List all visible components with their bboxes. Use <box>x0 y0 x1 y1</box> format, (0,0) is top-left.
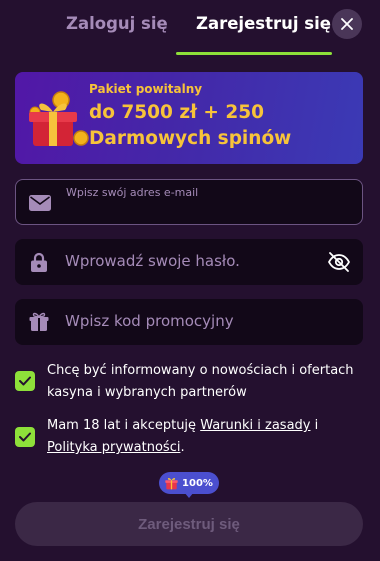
gift-icon <box>27 311 51 333</box>
gift-coins-icon <box>29 91 89 146</box>
progress-label: 100% <box>182 477 213 489</box>
password-field[interactable]: Wprowadź swoje hasło. <box>15 239 363 285</box>
active-tab-indicator <box>176 52 332 55</box>
terms-consent-checkbox[interactable] <box>15 427 35 447</box>
marketing-consent-checkbox[interactable] <box>15 371 35 391</box>
marketing-consent-label: Chcę być informowany o nowościach i ofer… <box>47 363 354 400</box>
terms-middle: i <box>310 418 319 433</box>
lock-icon <box>27 251 51 273</box>
password-placeholder: Wprowadź swoje hasło. <box>65 252 240 270</box>
checkmark-icon <box>19 432 31 442</box>
privacy-link[interactable]: Polityka prywatności <box>47 440 180 455</box>
terms-link[interactable]: Warunki i zasady <box>200 418 310 433</box>
tab-login[interactable]: Zaloguj się <box>66 12 168 36</box>
tab-register[interactable]: Zarejestruj się <box>196 12 331 36</box>
promo-code-placeholder: Wpisz kod promocyjny <box>65 312 234 330</box>
welcome-bonus-banner: Pakiet powitalny do 7500 zł + 250 Darmow… <box>15 72 363 164</box>
banner-eyebrow: Pakiet powitalny <box>89 82 203 96</box>
auth-tabs: Zaloguj się Zarejestruj się <box>0 0 380 56</box>
close-icon <box>341 18 353 30</box>
banner-headline: do 7500 zł + 250 Darmowych spinów <box>89 102 292 149</box>
email-field[interactable]: Wpisz swój adres e-mail <box>15 179 363 225</box>
envelope-icon <box>28 192 52 214</box>
terms-suffix: . <box>180 440 185 455</box>
close-button[interactable] <box>332 9 362 39</box>
register-submit-button[interactable]: Zarejestruj się <box>15 502 363 546</box>
terms-prefix: Mam 18 lat i akceptuję <box>47 418 201 433</box>
terms-consent-label: Mam 18 lat i akceptuję Warunki i zasady … <box>47 415 357 459</box>
promo-code-field[interactable]: Wpisz kod promocyjny <box>15 299 363 345</box>
checkmark-icon <box>19 376 31 386</box>
progress-badge: 100% <box>159 472 219 498</box>
email-field-label: Wpisz swój adres e-mail <box>66 186 199 199</box>
gift-icon <box>165 477 178 489</box>
eye-off-icon <box>327 252 351 272</box>
toggle-password-visibility[interactable] <box>327 250 351 274</box>
